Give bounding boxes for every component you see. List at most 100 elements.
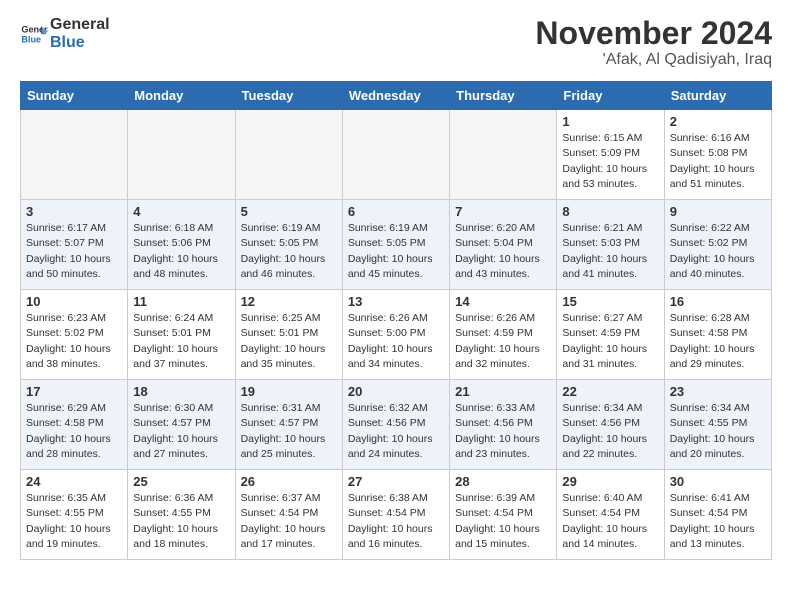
calendar-cell: 26 Sunrise: 6:37 AMSunset: 4:54 PMDayligh… xyxy=(235,470,342,560)
day-info: Sunrise: 6:29 AMSunset: 4:58 PMDaylight:… xyxy=(26,401,122,462)
day-info: Sunrise: 6:19 AMSunset: 5:05 PMDaylight:… xyxy=(241,221,337,282)
day-info: Sunrise: 6:30 AMSunset: 4:57 PMDaylight:… xyxy=(133,401,229,462)
day-info: Sunrise: 6:31 AMSunset: 4:57 PMDaylight:… xyxy=(241,401,337,462)
day-number: 3 xyxy=(26,204,122,219)
day-number: 20 xyxy=(348,384,444,399)
calendar-cell xyxy=(342,110,449,200)
calendar-cell: 11 Sunrise: 6:24 AMSunset: 5:01 PMDayligh… xyxy=(128,290,235,380)
day-info: Sunrise: 6:17 AMSunset: 5:07 PMDaylight:… xyxy=(26,221,122,282)
column-header-monday: Monday xyxy=(128,82,235,110)
day-info: Sunrise: 6:36 AMSunset: 4:55 PMDaylight:… xyxy=(133,491,229,552)
calendar-cell xyxy=(235,110,342,200)
day-number: 14 xyxy=(455,294,551,309)
calendar-cell: 23Sunrise: 6:34 AMSunset: 4:55 PMDayligh… xyxy=(664,380,771,470)
day-info: Sunrise: 6:18 AMSunset: 5:06 PMDaylight:… xyxy=(133,221,229,282)
day-number: 18 xyxy=(133,384,229,399)
calendar-cell: 3 Sunrise: 6:17 AMSunset: 5:07 PMDaylight… xyxy=(21,200,128,290)
day-info: Sunrise: 6:25 AMSunset: 5:01 PMDaylight:… xyxy=(241,311,337,372)
day-number: 21 xyxy=(455,384,551,399)
column-header-sunday: Sunday xyxy=(21,82,128,110)
day-info: Sunrise: 6:35 AMSunset: 4:55 PMDaylight:… xyxy=(26,491,122,552)
day-info: Sunrise: 6:28 AMSunset: 4:58 PMDaylight:… xyxy=(670,311,766,372)
day-number: 22 xyxy=(562,384,658,399)
day-number: 26 xyxy=(241,474,337,489)
calendar-table: SundayMondayTuesdayWednesdayThursdayFrid… xyxy=(20,81,772,560)
calendar-cell: 30 Sunrise: 6:41 AMSunset: 4:54 PMDayligh… xyxy=(664,470,771,560)
column-header-friday: Friday xyxy=(557,82,664,110)
day-info: Sunrise: 6:19 AMSunset: 5:05 PMDaylight:… xyxy=(348,221,444,282)
day-number: 8 xyxy=(562,204,658,219)
day-info: Sunrise: 6:22 AMSunset: 5:02 PMDaylight:… xyxy=(670,221,766,282)
calendar-cell: 20 Sunrise: 6:32 AMSunset: 4:56 PMDayligh… xyxy=(342,380,449,470)
day-info: Sunrise: 6:33 AMSunset: 4:56 PMDaylight:… xyxy=(455,401,551,462)
calendar-week-row: 3 Sunrise: 6:17 AMSunset: 5:07 PMDaylight… xyxy=(21,200,772,290)
calendar-cell: 21 Sunrise: 6:33 AMSunset: 4:56 PMDayligh… xyxy=(450,380,557,470)
calendar-cell xyxy=(128,110,235,200)
day-info: Sunrise: 6:26 AMSunset: 4:59 PMDaylight:… xyxy=(455,311,551,372)
day-number: 17 xyxy=(26,384,122,399)
calendar-header-row: SundayMondayTuesdayWednesdayThursdayFrid… xyxy=(21,82,772,110)
day-number: 11 xyxy=(133,294,229,309)
column-header-wednesday: Wednesday xyxy=(342,82,449,110)
calendar-cell: 25Sunrise: 6:36 AMSunset: 4:55 PMDayligh… xyxy=(128,470,235,560)
calendar-week-row: 24 Sunrise: 6:35 AMSunset: 4:55 PMDayligh… xyxy=(21,470,772,560)
day-number: 27 xyxy=(348,474,444,489)
day-info: Sunrise: 6:26 AMSunset: 5:00 PMDaylight:… xyxy=(348,311,444,372)
day-info: Sunrise: 6:32 AMSunset: 4:56 PMDaylight:… xyxy=(348,401,444,462)
calendar-cell: 1 Sunrise: 6:15 AMSunset: 5:09 PMDaylight… xyxy=(557,110,664,200)
day-info: Sunrise: 6:41 AMSunset: 4:54 PMDaylight:… xyxy=(670,491,766,552)
month-title: November 2024 xyxy=(535,16,772,51)
day-number: 19 xyxy=(241,384,337,399)
day-number: 5 xyxy=(241,204,337,219)
title-block: November 2024 'Afak, Al Qadisiyah, Iraq xyxy=(535,16,772,69)
day-info: Sunrise: 6:16 AMSunset: 5:08 PMDaylight:… xyxy=(670,131,766,192)
calendar-cell: 16 Sunrise: 6:28 AMSunset: 4:58 PMDayligh… xyxy=(664,290,771,380)
day-info: Sunrise: 6:34 AMSunset: 4:56 PMDaylight:… xyxy=(562,401,658,462)
calendar-week-row: 10 Sunrise: 6:23 AMSunset: 5:02 PMDayligh… xyxy=(21,290,772,380)
location-title: 'Afak, Al Qadisiyah, Iraq xyxy=(535,51,772,69)
calendar-cell: 29 Sunrise: 6:40 AMSunset: 4:54 PMDayligh… xyxy=(557,470,664,560)
day-info: Sunrise: 6:23 AMSunset: 5:02 PMDaylight:… xyxy=(26,311,122,372)
calendar-cell: 27 Sunrise: 6:38 AMSunset: 4:54 PMDayligh… xyxy=(342,470,449,560)
day-info: Sunrise: 6:39 AMSunset: 4:54 PMDaylight:… xyxy=(455,491,551,552)
day-info: Sunrise: 6:27 AMSunset: 4:59 PMDaylight:… xyxy=(562,311,658,372)
logo-icon: General Blue xyxy=(20,20,48,48)
calendar-cell: 17 Sunrise: 6:29 AMSunset: 4:58 PMDayligh… xyxy=(21,380,128,470)
day-number: 13 xyxy=(348,294,444,309)
calendar-cell: 19 Sunrise: 6:31 AMSunset: 4:57 PMDayligh… xyxy=(235,380,342,470)
day-number: 23 xyxy=(670,384,766,399)
day-number: 7 xyxy=(455,204,551,219)
calendar-cell: 14 Sunrise: 6:26 AMSunset: 4:59 PMDayligh… xyxy=(450,290,557,380)
calendar-cell: 4 Sunrise: 6:18 AMSunset: 5:06 PMDaylight… xyxy=(128,200,235,290)
column-header-thursday: Thursday xyxy=(450,82,557,110)
calendar-cell: 10 Sunrise: 6:23 AMSunset: 5:02 PMDayligh… xyxy=(21,290,128,380)
day-info: Sunrise: 6:38 AMSunset: 4:54 PMDaylight:… xyxy=(348,491,444,552)
day-number: 30 xyxy=(670,474,766,489)
day-number: 10 xyxy=(26,294,122,309)
calendar-cell: 15 Sunrise: 6:27 AMSunset: 4:59 PMDayligh… xyxy=(557,290,664,380)
day-number: 16 xyxy=(670,294,766,309)
calendar-cell: 7Sunrise: 6:20 AMSunset: 5:04 PMDaylight… xyxy=(450,200,557,290)
day-number: 12 xyxy=(241,294,337,309)
logo-general: General xyxy=(50,16,110,34)
day-info: Sunrise: 6:40 AMSunset: 4:54 PMDaylight:… xyxy=(562,491,658,552)
calendar-cell: 22 Sunrise: 6:34 AMSunset: 4:56 PMDayligh… xyxy=(557,380,664,470)
day-info: Sunrise: 6:24 AMSunset: 5:01 PMDaylight:… xyxy=(133,311,229,372)
day-number: 24 xyxy=(26,474,122,489)
calendar-cell: 24 Sunrise: 6:35 AMSunset: 4:55 PMDayligh… xyxy=(21,470,128,560)
day-info: Sunrise: 6:37 AMSunset: 4:54 PMDaylight:… xyxy=(241,491,337,552)
page-header: General Blue General Blue November 2024 … xyxy=(20,16,772,69)
day-number: 2 xyxy=(670,114,766,129)
logo: General Blue General Blue xyxy=(20,16,110,53)
calendar-week-row: 17 Sunrise: 6:29 AMSunset: 4:58 PMDayligh… xyxy=(21,380,772,470)
calendar-cell: 13 Sunrise: 6:26 AMSunset: 5:00 PMDayligh… xyxy=(342,290,449,380)
calendar-cell: 2 Sunrise: 6:16 AMSunset: 5:08 PMDaylight… xyxy=(664,110,771,200)
calendar-cell: 18 Sunrise: 6:30 AMSunset: 4:57 PMDayligh… xyxy=(128,380,235,470)
day-info: Sunrise: 6:15 AMSunset: 5:09 PMDaylight:… xyxy=(562,131,658,192)
day-number: 6 xyxy=(348,204,444,219)
day-number: 1 xyxy=(562,114,658,129)
day-number: 15 xyxy=(562,294,658,309)
calendar-cell: 6 Sunrise: 6:19 AMSunset: 5:05 PMDaylight… xyxy=(342,200,449,290)
day-number: 29 xyxy=(562,474,658,489)
day-number: 4 xyxy=(133,204,229,219)
